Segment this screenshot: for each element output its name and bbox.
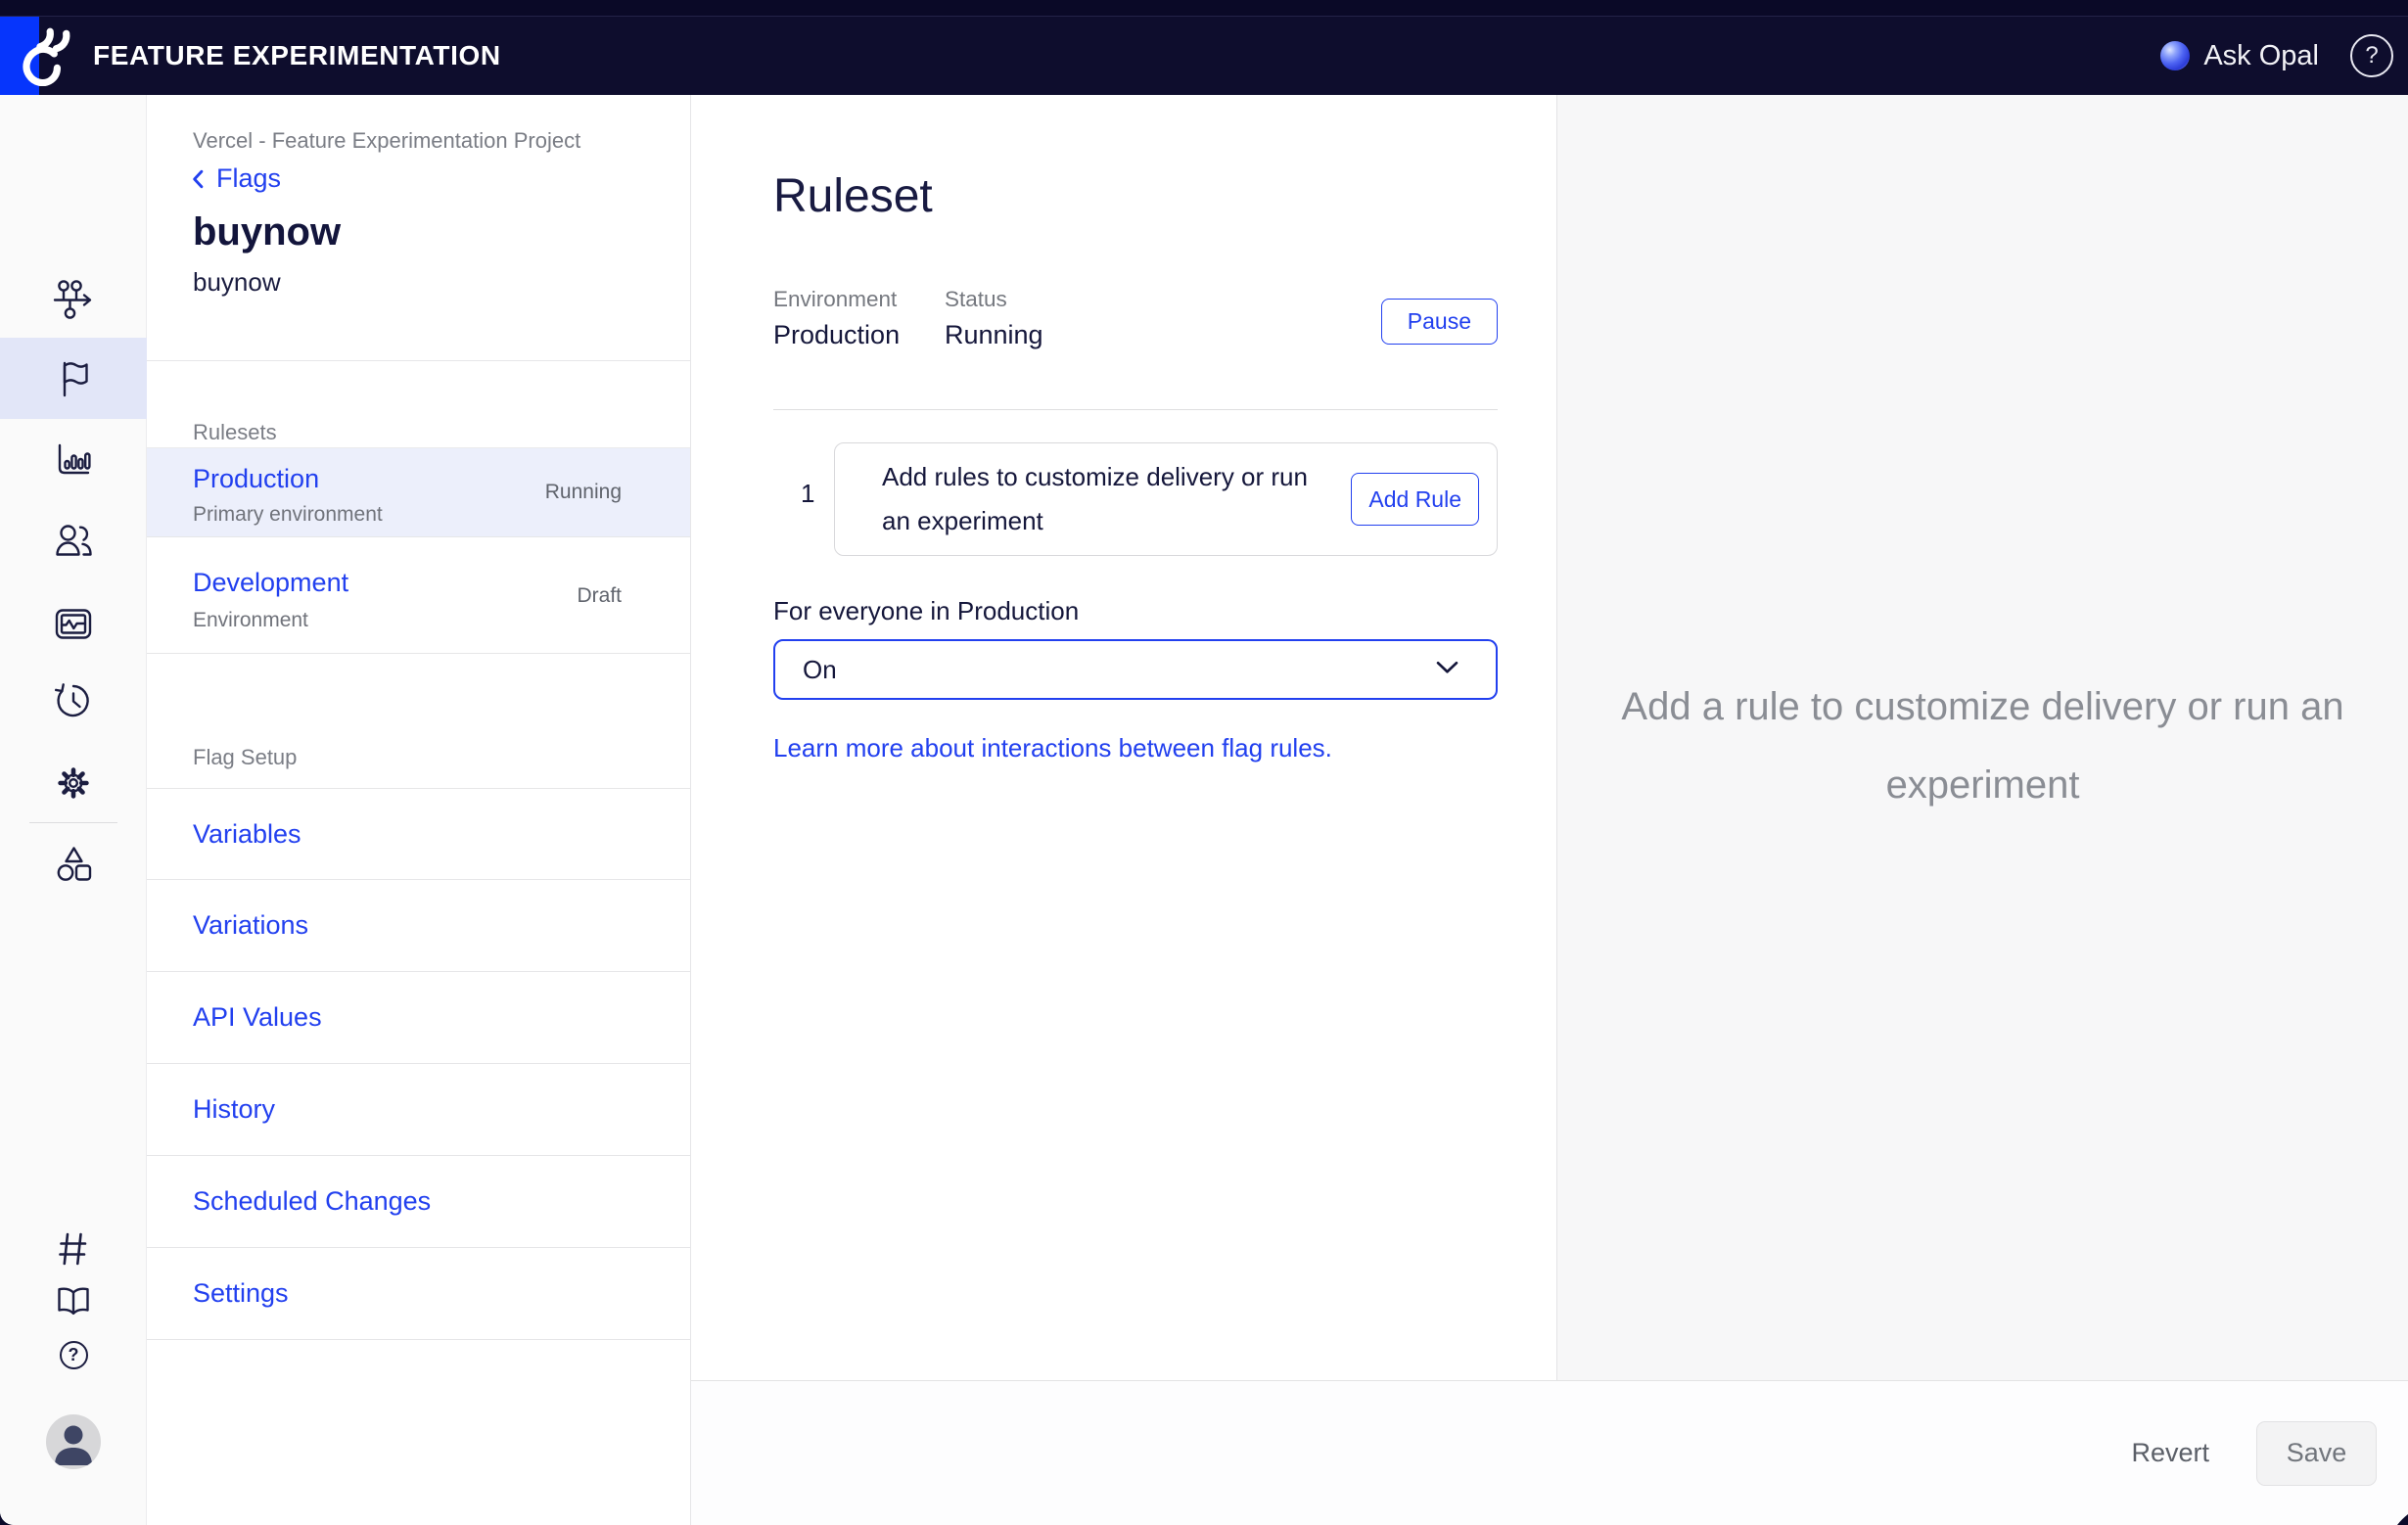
rail-item-docs[interactable] bbox=[52, 1280, 95, 1323]
nav-item-history[interactable]: History bbox=[147, 1064, 690, 1156]
audiences-icon bbox=[52, 520, 95, 563]
learn-more-link[interactable]: Learn more about interactions between fl… bbox=[773, 733, 1332, 763]
flow-icon bbox=[52, 277, 95, 320]
nav-link-label[interactable]: History bbox=[193, 1094, 275, 1125]
rail-item-components[interactable] bbox=[52, 843, 95, 886]
rule-placeholder-box: Add rules to customize delivery or run a… bbox=[834, 442, 1498, 556]
rule-number: 1 bbox=[801, 479, 814, 509]
rulesets-section-label: Rulesets bbox=[193, 420, 277, 445]
header-help-icon[interactable]: ? bbox=[2350, 34, 2393, 77]
rail-item-settings[interactable] bbox=[52, 762, 95, 805]
history-icon bbox=[52, 679, 95, 722]
ruleset-name[interactable]: Production bbox=[193, 464, 319, 494]
rail-item-flags[interactable] bbox=[52, 356, 95, 399]
header-actions: Ask Opal ? bbox=[2160, 17, 2393, 95]
rail-item-help[interactable]: ? bbox=[52, 1333, 95, 1376]
rail-item-events[interactable] bbox=[52, 603, 95, 646]
chevron-down-icon bbox=[1436, 661, 1459, 678]
flag-setup-section-label: Flag Setup bbox=[193, 745, 297, 770]
nav-link-label[interactable]: Variables bbox=[193, 819, 301, 850]
rail-item-reports[interactable] bbox=[52, 439, 95, 482]
product-title: FEATURE EXPERIMENTATION bbox=[93, 17, 501, 95]
ruleset-status-badge: Running bbox=[545, 481, 622, 504]
avatar-person-icon bbox=[46, 1414, 101, 1469]
rail-divider bbox=[29, 822, 117, 823]
nav-link-label[interactable]: API Values bbox=[193, 1002, 322, 1033]
optimizely-logo-icon[interactable] bbox=[12, 25, 76, 91]
flag-icon bbox=[52, 356, 95, 399]
app-header: FEATURE EXPERIMENTATION Ask Opal ? bbox=[0, 17, 2408, 95]
top-strip bbox=[0, 0, 2408, 17]
rail-item-history[interactable] bbox=[52, 679, 95, 722]
revert-button[interactable]: Revert bbox=[2131, 1438, 2209, 1468]
hash-icon bbox=[52, 1227, 95, 1271]
default-rule-select[interactable]: On bbox=[773, 639, 1498, 700]
ruleset-row-production[interactable]: Production Primary environment Running bbox=[147, 447, 690, 537]
nav-item-settings[interactable]: Settings bbox=[147, 1248, 690, 1340]
user-avatar[interactable] bbox=[46, 1414, 101, 1469]
rail-item-audiences[interactable] bbox=[52, 520, 95, 563]
app-root: FEATURE EXPERIMENTATION Ask Opal ? bbox=[0, 0, 2408, 1525]
gear-icon bbox=[52, 762, 95, 805]
flag-key: buynow bbox=[193, 267, 281, 298]
back-to-flags-link[interactable]: Flags bbox=[191, 163, 281, 194]
page-title: Ruleset bbox=[773, 169, 933, 223]
ruleset-status-badge: Draft bbox=[577, 584, 622, 608]
flag-name: buynow bbox=[193, 210, 341, 254]
save-button[interactable]: Save bbox=[2256, 1421, 2377, 1486]
back-link-label: Flags bbox=[216, 163, 281, 194]
status-label: Status bbox=[945, 287, 1007, 312]
nav-link-label[interactable]: Settings bbox=[193, 1278, 289, 1309]
status-value: Running bbox=[945, 320, 1043, 350]
app-shell: ? Vercel - Feature Experimentation Proje… bbox=[0, 95, 2408, 1525]
flag-nav-panel: Vercel - Feature Experimentation Project… bbox=[147, 95, 691, 1525]
ruleset-name[interactable]: Development bbox=[193, 568, 348, 598]
action-footer: Revert Save bbox=[691, 1380, 2408, 1525]
rail-item-hash[interactable] bbox=[52, 1227, 95, 1271]
chevron-left-icon bbox=[191, 169, 205, 189]
everyone-in-production-label: For everyone in Production bbox=[773, 596, 1079, 626]
pause-button[interactable]: Pause bbox=[1381, 299, 1498, 345]
default-rule-value: On bbox=[803, 655, 837, 685]
rail-item-flow[interactable] bbox=[52, 277, 95, 320]
bar-chart-icon bbox=[52, 439, 95, 482]
add-rule-button[interactable]: Add Rule bbox=[1351, 473, 1479, 526]
help-icon: ? bbox=[60, 1341, 88, 1369]
nav-item-api-values[interactable]: API Values bbox=[147, 972, 690, 1064]
docs-book-icon bbox=[52, 1280, 95, 1323]
nav-item-scheduled-changes[interactable]: Scheduled Changes bbox=[147, 1156, 690, 1248]
nav-item-variations[interactable]: Variations bbox=[147, 880, 690, 972]
nav-divider bbox=[147, 360, 690, 361]
environment-value: Production bbox=[773, 320, 900, 350]
rule-detail-panel: Add a rule to customize delivery or run … bbox=[1556, 95, 2408, 1380]
ruleset-description: Primary environment bbox=[193, 503, 383, 527]
ruleset-description: Environment bbox=[193, 609, 308, 632]
ask-opal-button[interactable]: Ask Opal bbox=[2203, 40, 2319, 72]
events-monitor-icon bbox=[52, 603, 95, 646]
icon-rail: ? bbox=[0, 95, 147, 1525]
shapes-icon bbox=[52, 843, 95, 886]
ruleset-editor-panel: Ruleset Environment Status Production Ru… bbox=[691, 95, 1556, 1380]
ruleset-row-development[interactable]: Development Environment Draft bbox=[147, 538, 690, 654]
nav-link-label[interactable]: Scheduled Changes bbox=[193, 1186, 431, 1217]
opal-orb-icon[interactable] bbox=[2160, 41, 2190, 70]
rule-placeholder-text: Add rules to customize delivery or run a… bbox=[882, 455, 1342, 543]
nav-item-variables[interactable]: Variables bbox=[147, 788, 690, 880]
environment-label: Environment bbox=[773, 287, 897, 312]
nav-link-label[interactable]: Variations bbox=[193, 910, 308, 941]
project-label: Vercel - Feature Experimentation Project bbox=[193, 128, 580, 154]
section-divider bbox=[773, 409, 1498, 410]
empty-state-message: Add a rule to customize delivery or run … bbox=[1557, 668, 2408, 824]
